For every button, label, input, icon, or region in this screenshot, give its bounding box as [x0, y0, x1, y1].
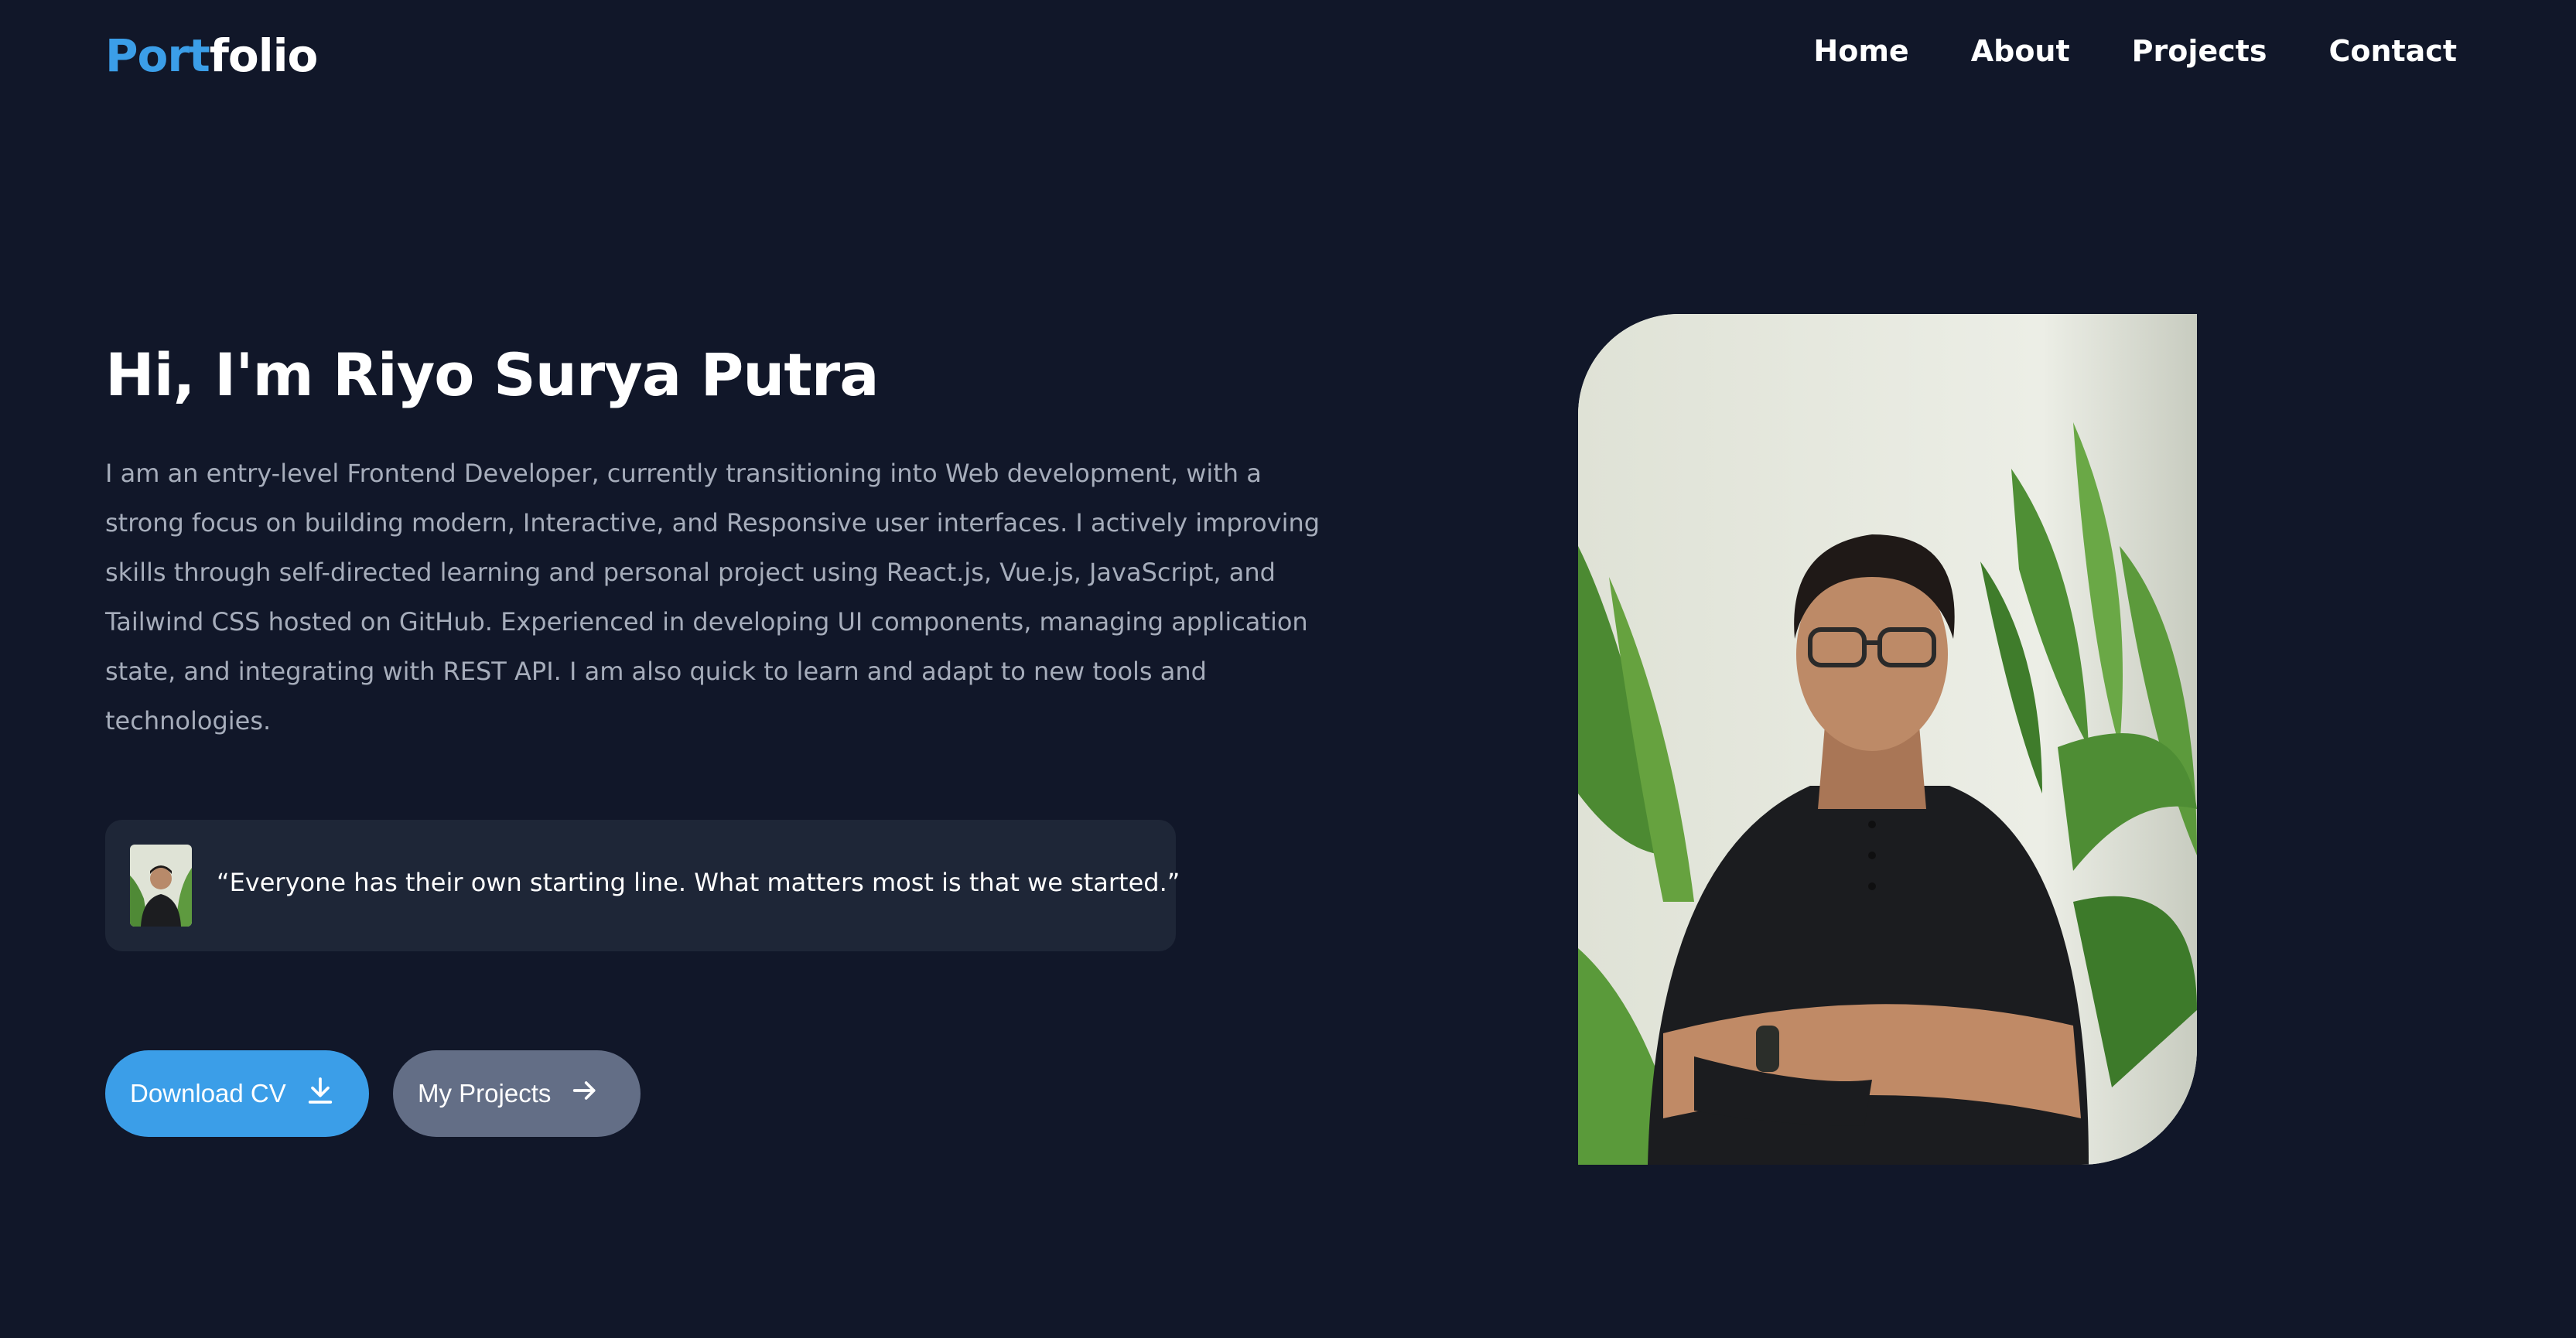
quote-card: “Everyone has their own starting line. W… — [105, 820, 1180, 951]
logo-accent: Port — [105, 29, 210, 82]
download-cv-button[interactable]: Download CV — [105, 1050, 369, 1137]
my-projects-label: My Projects — [418, 1079, 552, 1108]
quote-text: “Everyone has their own starting line. W… — [217, 868, 1180, 897]
nav-about[interactable]: About — [1971, 34, 2070, 68]
arrow-right-icon — [569, 1075, 600, 1112]
nav-home[interactable]: Home — [1813, 34, 1908, 68]
profile-photo — [1578, 314, 2197, 1165]
download-icon — [305, 1075, 336, 1112]
portfolio-page: Portfolio Home About Projects Contact Hi… — [0, 0, 2576, 1338]
logo[interactable]: Portfolio — [105, 29, 319, 82]
main-nav: Home About Projects Contact — [1813, 34, 2457, 68]
nav-contact[interactable]: Contact — [2328, 34, 2457, 68]
hero-bio: I am an entry-level Frontend Developer, … — [105, 459, 1320, 736]
logo-rest: folio — [209, 29, 319, 82]
my-projects-button[interactable]: My Projects — [393, 1050, 641, 1137]
nav-projects[interactable]: Projects — [2132, 34, 2267, 68]
download-cv-label: Download CV — [130, 1079, 286, 1108]
avatar — [130, 845, 192, 927]
navbar: Portfolio Home About Projects Contact — [105, 26, 2457, 88]
hero-title: Hi, I'm Riyo Surya Putra — [105, 340, 879, 409]
